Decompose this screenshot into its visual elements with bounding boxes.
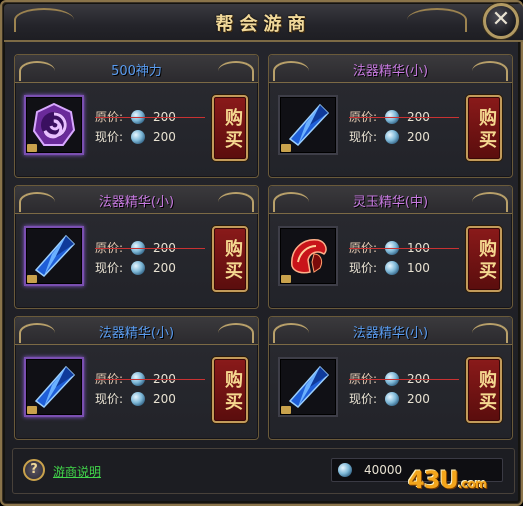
buy-button[interactable]: 购买 [466, 226, 502, 292]
strikethrough-line [349, 248, 459, 249]
item-name: 法器精华(小) [352, 326, 429, 341]
strikethrough-line [349, 117, 459, 118]
current-price-value: 200 [407, 130, 430, 144]
item-slot[interactable] [24, 357, 84, 417]
item-name: 法器精华(小) [352, 64, 429, 79]
item-slot[interactable] [24, 95, 84, 155]
original-price-row: 原价: 200 [95, 240, 205, 256]
card-header: 法器精华(小) [269, 317, 512, 345]
item-card-artifact-essence-small: 法器精华(小) 原价: 200 现价: 200 购买 [14, 316, 259, 440]
item-card-artifact-essence-small: 法器精华(小) 原价: 200 现价: 200 购买 [268, 54, 513, 178]
buy-button[interactable]: 购买 [466, 95, 502, 161]
currency-gem-icon [131, 261, 145, 275]
card-header: 法器精华(小) [15, 317, 258, 345]
item-slot[interactable] [278, 357, 338, 417]
currency-gem-icon [338, 463, 352, 477]
slot-corner-marker [27, 144, 37, 152]
current-price-row: 现价: 200 [349, 391, 437, 407]
item-card-500-power: 500神力 原价: 200 现价: 200 购买 [14, 54, 259, 178]
blue-crystal-icon [288, 103, 330, 147]
strikethrough-line [95, 117, 205, 118]
item-card-spirit-jade-essence-medium: 灵玉精华(中) 原价: 100 现价: 100 购买 [268, 185, 513, 309]
current-price-row: 现价: 200 [95, 391, 183, 407]
current-price-row: 现价: 200 [95, 129, 183, 145]
strikethrough-line [349, 379, 459, 380]
current-price-value: 200 [153, 130, 176, 144]
current-price-label: 现价: [349, 261, 378, 275]
blue-crystal-icon [34, 234, 76, 278]
currency-gem-icon [131, 130, 145, 144]
item-name: 法器精华(小) [98, 195, 175, 210]
guild-merchant-window: 帮会游商 ✕ 500神力 原价: 200 现价: 200 购买 法器精华(小) … [0, 0, 523, 506]
current-price-label: 现价: [95, 130, 124, 144]
currency-gem-icon [385, 261, 399, 275]
balance-value: 40000 [364, 463, 403, 477]
item-grid: 500神力 原价: 200 现价: 200 购买 法器精华(小) 原价: 200… [14, 54, 513, 440]
card-header: 法器精华(小) [269, 55, 512, 83]
watermark-suffix: .com [457, 477, 487, 491]
merchant-help-link[interactable]: 游商说明 [53, 463, 101, 480]
item-slot[interactable] [278, 226, 338, 286]
slot-corner-marker [281, 144, 291, 152]
blue-crystal-icon [288, 365, 330, 409]
original-price-row: 原价: 200 [95, 109, 205, 125]
slot-corner-marker [281, 406, 291, 414]
strikethrough-line [95, 248, 205, 249]
item-card-artifact-essence-small: 法器精华(小) 原价: 200 现价: 200 购买 [268, 316, 513, 440]
buy-button[interactable]: 购买 [212, 95, 248, 161]
red-helmet-icon [291, 239, 327, 274]
purple-swirl-token-icon [32, 102, 76, 146]
buy-button[interactable]: 购买 [212, 226, 248, 292]
current-price-row: 现价: 200 [349, 129, 437, 145]
currency-gem-icon [131, 392, 145, 406]
currency-gem-icon [385, 392, 399, 406]
current-price-label: 现价: [349, 392, 378, 406]
slot-corner-marker [281, 275, 291, 283]
item-slot[interactable] [278, 95, 338, 155]
watermark-main: 43U [408, 466, 459, 494]
slot-corner-marker [27, 275, 37, 283]
currency-gem-icon [385, 130, 399, 144]
strikethrough-line [95, 379, 205, 380]
item-card-artifact-essence-small: 法器精华(小) 原价: 200 现价: 200 购买 [14, 185, 259, 309]
card-header: 法器精华(小) [15, 186, 258, 214]
help-question-icon[interactable]: ? [23, 459, 45, 481]
buy-button[interactable]: 购买 [466, 357, 502, 423]
title-bar: 帮会游商 [4, 4, 523, 42]
window-title: 帮会游商 [215, 14, 312, 35]
buy-button[interactable]: 购买 [212, 357, 248, 423]
item-slot[interactable] [24, 226, 84, 286]
current-price-value: 100 [407, 261, 430, 275]
item-name: 灵玉精华(中) [352, 195, 429, 210]
slot-corner-marker [27, 406, 37, 414]
current-price-row: 现价: 100 [349, 260, 437, 276]
item-name: 500神力 [111, 64, 162, 79]
current-price-row: 现价: 200 [95, 260, 183, 276]
original-price-row: 原价: 200 [95, 371, 205, 387]
current-price-label: 现价: [95, 392, 124, 406]
original-price-row: 原价: 200 [349, 371, 459, 387]
current-price-value: 200 [153, 392, 176, 406]
card-header: 500神力 [15, 55, 258, 83]
current-price-value: 200 [407, 392, 430, 406]
site-watermark-logo: 43U.com [408, 466, 487, 494]
current-price-label: 现价: [349, 130, 378, 144]
card-header: 灵玉精华(中) [269, 186, 512, 214]
close-button[interactable]: ✕ [483, 3, 519, 39]
blue-crystal-icon [34, 365, 76, 409]
original-price-row: 原价: 200 [349, 109, 459, 125]
item-name: 法器精华(小) [98, 326, 175, 341]
original-price-row: 原价: 100 [349, 240, 459, 256]
current-price-label: 现价: [95, 261, 124, 275]
current-price-value: 200 [153, 261, 176, 275]
